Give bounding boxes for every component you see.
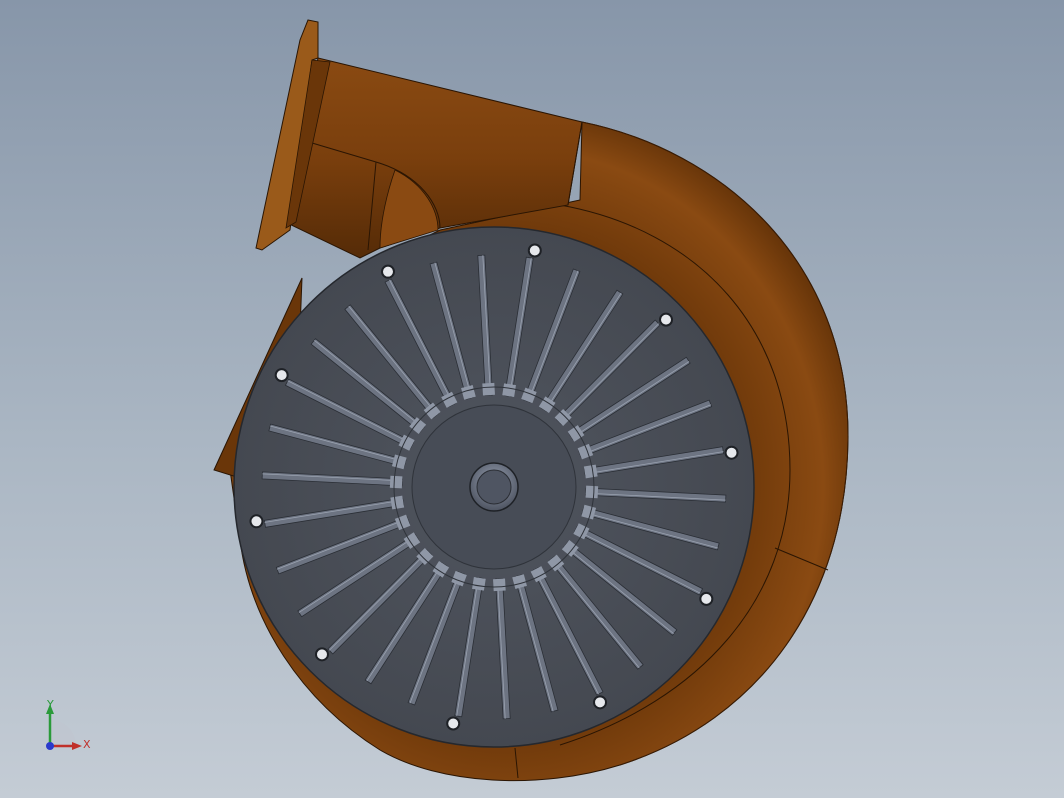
bolt-hole (699, 591, 714, 606)
bolt-hole (527, 243, 542, 258)
z-axis-dot (46, 742, 54, 750)
bolt-hole (659, 312, 674, 327)
y-axis-label: Y (46, 698, 54, 711)
graphics-viewport[interactable]: Y X (0, 0, 1064, 798)
bolt-hole (274, 368, 289, 383)
bolt-hole (724, 445, 739, 460)
shaft-bore (476, 469, 512, 505)
bolt-hole (249, 514, 264, 529)
bolt-hole (380, 264, 395, 279)
x-axis-label: X (83, 738, 91, 751)
orientation-triad: Y X (46, 698, 91, 751)
bolt-hole (593, 695, 608, 710)
bolt-hole (314, 647, 329, 662)
blower-model[interactable] (0, 0, 1064, 798)
bolt-hole (446, 716, 461, 731)
